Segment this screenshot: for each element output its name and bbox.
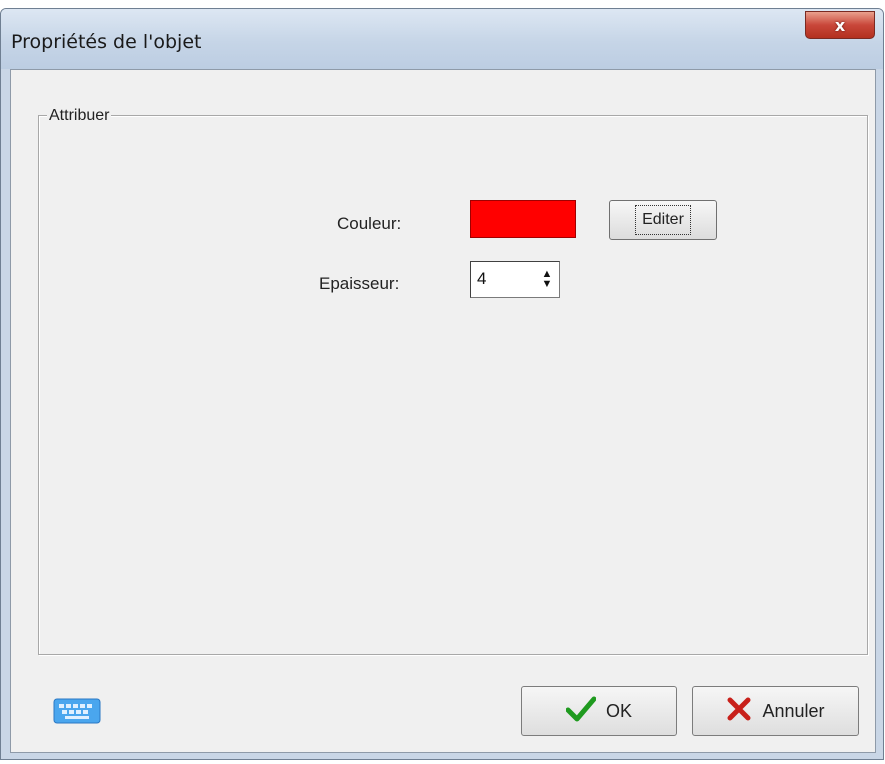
cancel-label: Annuler [762, 700, 825, 721]
cancel-button[interactable]: Annuler [692, 686, 859, 736]
thickness-value: 4 [477, 269, 487, 288]
cross-icon [726, 696, 752, 727]
thickness-spinner[interactable]: 4 ▲ ▼ [470, 261, 560, 298]
dialog-window: Propriétés de l'objet x Attribuer Couleu… [0, 8, 884, 760]
ok-label: OK [605, 700, 632, 721]
edit-color-button[interactable]: Editer [609, 200, 717, 240]
window-title: Propriétés de l'objet [11, 31, 202, 53]
attribute-groupbox: Attribuer Couleur: Editer Epaisseur: 4 ▲… [38, 107, 868, 655]
close-icon: x [834, 15, 846, 35]
color-swatch[interactable] [470, 200, 576, 238]
color-label: Couleur: [337, 214, 402, 233]
close-button[interactable]: x [805, 11, 875, 39]
groupbox-legend: Attribuer [47, 107, 112, 125]
ok-button[interactable]: OK [521, 686, 677, 736]
spin-arrows[interactable]: ▲ ▼ [539, 268, 555, 290]
spin-down-icon[interactable]: ▼ [542, 279, 553, 290]
thickness-label: Epaisseur: [319, 274, 400, 293]
dialog-body: Attribuer Couleur: Editer Epaisseur: 4 ▲… [10, 69, 876, 753]
keyboard-icon[interactable] [53, 698, 101, 724]
edit-button-label: Editer [635, 205, 691, 235]
checkmark-icon [565, 696, 597, 727]
title-bar: Propriétés de l'objet x [1, 9, 883, 69]
